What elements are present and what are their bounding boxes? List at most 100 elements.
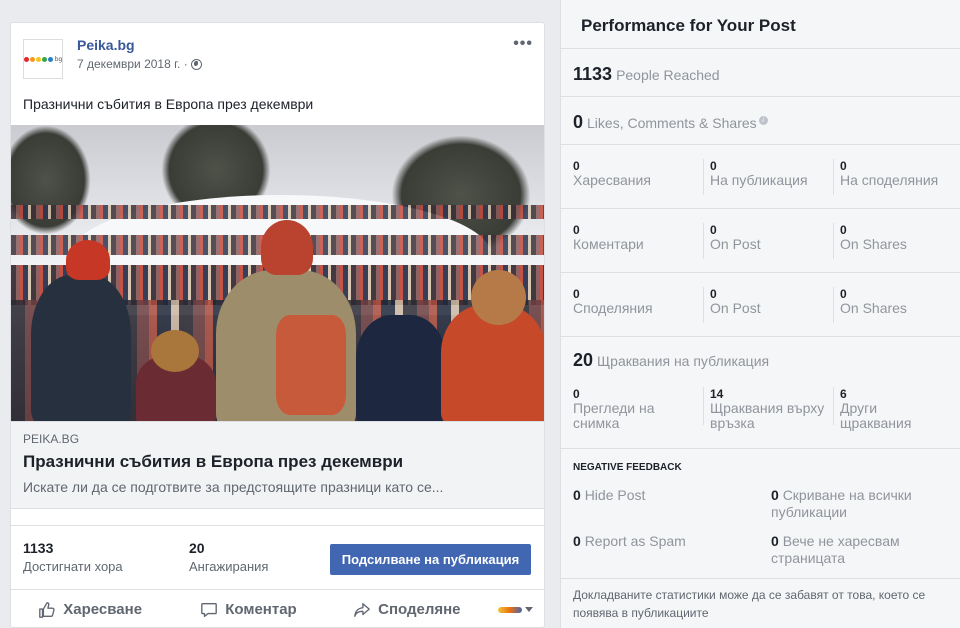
- hide-all-label: Скриване на всички публикации: [771, 487, 912, 520]
- head-shape: [471, 270, 526, 325]
- link-clicks-cell: 14 Щраквания върху връзка: [703, 385, 833, 449]
- hide-post-num: 0: [573, 487, 581, 503]
- shares-row: 0 Споделяния 0 On Post 0 On Shares: [561, 272, 960, 336]
- cell-label: On Post: [710, 300, 761, 316]
- cell-num: 0: [840, 287, 847, 301]
- stats-delay-footnote: Докладваните статистики може да се забав…: [573, 588, 926, 620]
- cell-num: 0: [710, 159, 717, 173]
- people-reached-count: 1133: [23, 540, 54, 556]
- post-date-text: 7 декември 2018 г. ·: [77, 57, 188, 71]
- cell-num: 0: [710, 223, 717, 237]
- link-preview[interactable]: PEIKA.BG Празнични събития в Европа през…: [11, 421, 544, 509]
- boost-post-button[interactable]: Подсилване на публикация: [330, 544, 531, 575]
- comment-icon: [201, 602, 218, 617]
- report-spam-label: Report as Spam: [584, 533, 686, 549]
- post-image[interactable]: [11, 125, 544, 421]
- other-clicks-cell: 6 Други щраквания: [833, 385, 960, 449]
- cell-num: 0: [840, 223, 847, 237]
- like-label: Харесване: [63, 601, 143, 618]
- link-title[interactable]: Празнични събития в Европа през декември: [23, 452, 403, 472]
- panel-reactions-label: Likes, Comments & Shares: [587, 115, 757, 131]
- post-date[interactable]: 7 декември 2018 г. ·: [77, 57, 202, 71]
- like-button[interactable]: Харесване: [11, 601, 169, 619]
- comment-button[interactable]: Коментар: [169, 601, 327, 619]
- share-button[interactable]: Споделяне: [328, 601, 486, 619]
- link-domain: PEIKA.BG: [23, 432, 80, 446]
- info-icon[interactable]: i: [758, 116, 768, 126]
- panel-title: Performance for Your Post: [581, 16, 796, 35]
- person-shape: [31, 275, 131, 421]
- shares-on-shares-cell: 0 On Shares: [833, 273, 960, 337]
- people-reached-line: 1133 People Reached: [573, 64, 720, 85]
- link-description: Искате ли да се подготвите за предстоящи…: [23, 479, 444, 495]
- cell-num: 0: [840, 159, 847, 173]
- comments-on-post-cell: 0 On Post: [703, 209, 833, 273]
- divider: [703, 159, 704, 195]
- page-mini-icon: [498, 606, 523, 613]
- panel-reached-num: 1133: [573, 64, 613, 84]
- divider: [703, 387, 704, 425]
- share-label: Споделяне: [378, 601, 461, 618]
- photo-views-cell: 0 Прегледи на снимка: [573, 385, 703, 449]
- reactions-row: 0 Харесвания 0 На публикация 0 На сподел…: [561, 144, 960, 208]
- cell-label: On Post: [710, 236, 761, 252]
- divider: [703, 287, 704, 323]
- comment-label: Коментар: [225, 601, 297, 618]
- post-clicks-section: 20 Щраквания на публикация 0 Прегледи на …: [561, 336, 960, 448]
- unlike-page-stat: 0 Вече не харесвам страницата: [771, 533, 951, 567]
- head-shape: [151, 330, 199, 372]
- divider: [833, 223, 834, 259]
- cell-num: 0: [573, 287, 580, 301]
- hat-shape: [66, 240, 110, 280]
- page-name-link[interactable]: Peika.bg: [77, 37, 135, 53]
- negative-feedback-section: NEGATIVE FEEDBACK 0 Hide Post 0 Скриване…: [561, 448, 960, 578]
- unlike-label: Вече не харесвам страницата: [771, 533, 900, 566]
- peika-logo: bg: [23, 56, 62, 63]
- shares-on-post-cell: 0 On Post: [703, 273, 833, 337]
- post-stats: 1133 Достигнати хора 20 Ангажирания Подс…: [11, 525, 544, 583]
- report-spam-stat: 0 Report as Spam: [573, 533, 763, 550]
- post-header: bg Peika.bg 7 декември 2018 г. · •••: [23, 35, 533, 79]
- post-message: Празнични събития в Европа през декември: [23, 96, 314, 112]
- cell-num: 0: [573, 387, 580, 401]
- divider: [833, 287, 834, 323]
- cell-label: Коментари: [573, 236, 644, 252]
- caret-down-icon: [525, 607, 534, 612]
- cell-num: 0: [710, 287, 717, 301]
- engagements-count: 20: [189, 540, 205, 556]
- comments-on-shares-cell: 0 On Shares: [833, 209, 960, 273]
- share-icon: [354, 602, 370, 617]
- shares-cell: 0 Споделяния: [573, 273, 703, 337]
- cell-label: On Shares: [840, 236, 907, 252]
- more-options-button[interactable]: •••: [513, 35, 533, 53]
- crowd-band: [11, 205, 544, 219]
- likes-on-post-cell: 0 На публикация: [703, 145, 833, 209]
- negative-feedback-title: NEGATIVE FEEDBACK: [573, 462, 682, 473]
- cell-num: 6: [840, 387, 847, 401]
- backpack-shape: [276, 315, 346, 415]
- post-as-selector[interactable]: [486, 606, 544, 613]
- cell-label: On Shares: [840, 300, 907, 316]
- hide-post-stat: 0 Hide Post: [573, 487, 763, 504]
- people-reached-stat[interactable]: 1133 Достигнати хора: [23, 540, 123, 574]
- hide-post-label: Hide Post: [584, 487, 646, 503]
- panel-reached-label: People Reached: [616, 67, 720, 83]
- likes-on-shares-cell: 0 На споделяния: [833, 145, 960, 209]
- cell-num: 14: [710, 387, 724, 401]
- globe-icon: [190, 58, 202, 70]
- comments-cell: 0 Коментари: [573, 209, 703, 273]
- engagements-stat[interactable]: 20 Ангажирания: [189, 540, 268, 574]
- likes-cell: 0 Харесвания: [573, 145, 703, 209]
- reactions-line: 0 Likes, Comments & Shares i: [573, 112, 768, 133]
- post-clicks-line: 20 Щраквания на публикация: [573, 350, 769, 371]
- page-avatar[interactable]: bg: [23, 39, 63, 79]
- comments-row: 0 Коментари 0 On Post 0 On Shares: [561, 208, 960, 272]
- cell-label: На споделяния: [840, 172, 939, 188]
- divider: [833, 159, 834, 195]
- post-actions: Харесване Коментар Споделяне: [11, 589, 544, 627]
- cell-label: Други щраквания: [840, 400, 912, 431]
- cell-label: Прегледи на снимка: [573, 400, 655, 431]
- cell-label: Споделяния: [573, 300, 653, 316]
- performance-panel: Performance for Your Post 1133 People Rea…: [560, 0, 960, 628]
- hide-all-num: 0: [771, 487, 779, 503]
